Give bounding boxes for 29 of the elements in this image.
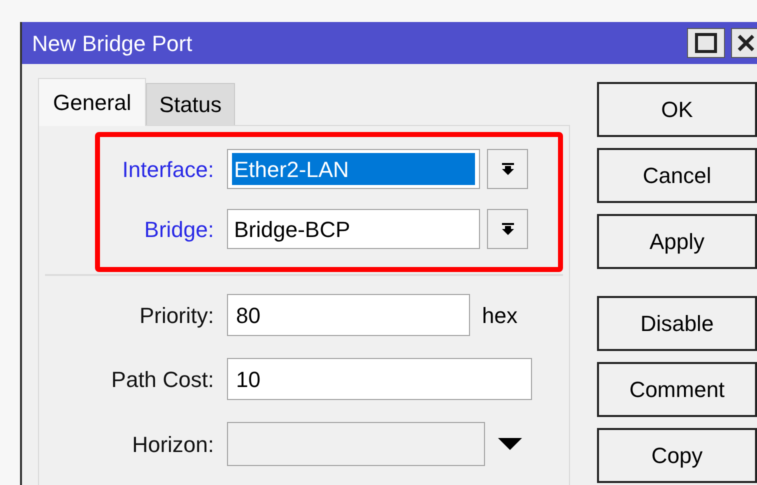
- field-label: Path Cost:: [110, 366, 215, 394]
- window-title: New Bridge Port: [32, 30, 192, 58]
- unit-label: hex: [482, 302, 518, 330]
- dropdown-arrow-icon[interactable]: [497, 437, 523, 451]
- maximize-button[interactable]: [687, 28, 725, 58]
- close-icon: [736, 33, 756, 53]
- field-label: Interface:: [121, 156, 215, 184]
- combo-field[interactable]: Bridge-BCP: [227, 209, 480, 249]
- dialog-button[interactable]: Apply: [597, 214, 757, 269]
- text-field[interactable]: 10: [227, 358, 532, 400]
- field-label: Horizon:: [131, 430, 215, 458]
- dropdown-button[interactable]: [487, 209, 528, 249]
- dialog-button[interactable]: Disable: [597, 296, 757, 351]
- field-value: 80: [236, 302, 260, 330]
- dropdown-icon: [500, 162, 514, 176]
- dialog-button[interactable]: Comment: [597, 362, 757, 417]
- tab[interactable]: Status: [146, 83, 235, 125]
- field-label: Bridge:: [143, 216, 215, 244]
- field-value: Bridge-BCP: [233, 216, 352, 244]
- dialog-button[interactable]: Copy: [597, 428, 757, 483]
- dropdown-icon: [500, 222, 514, 236]
- field-label: Priority:: [138, 302, 215, 330]
- maximize-icon: [695, 33, 717, 53]
- dropdown-button[interactable]: [487, 149, 528, 189]
- text-field[interactable]: 80: [227, 294, 470, 336]
- field-value: 10: [236, 366, 260, 394]
- dialog-button[interactable]: OK: [597, 82, 757, 137]
- tab[interactable]: General: [38, 78, 146, 126]
- dialog-button[interactable]: Cancel: [597, 148, 757, 203]
